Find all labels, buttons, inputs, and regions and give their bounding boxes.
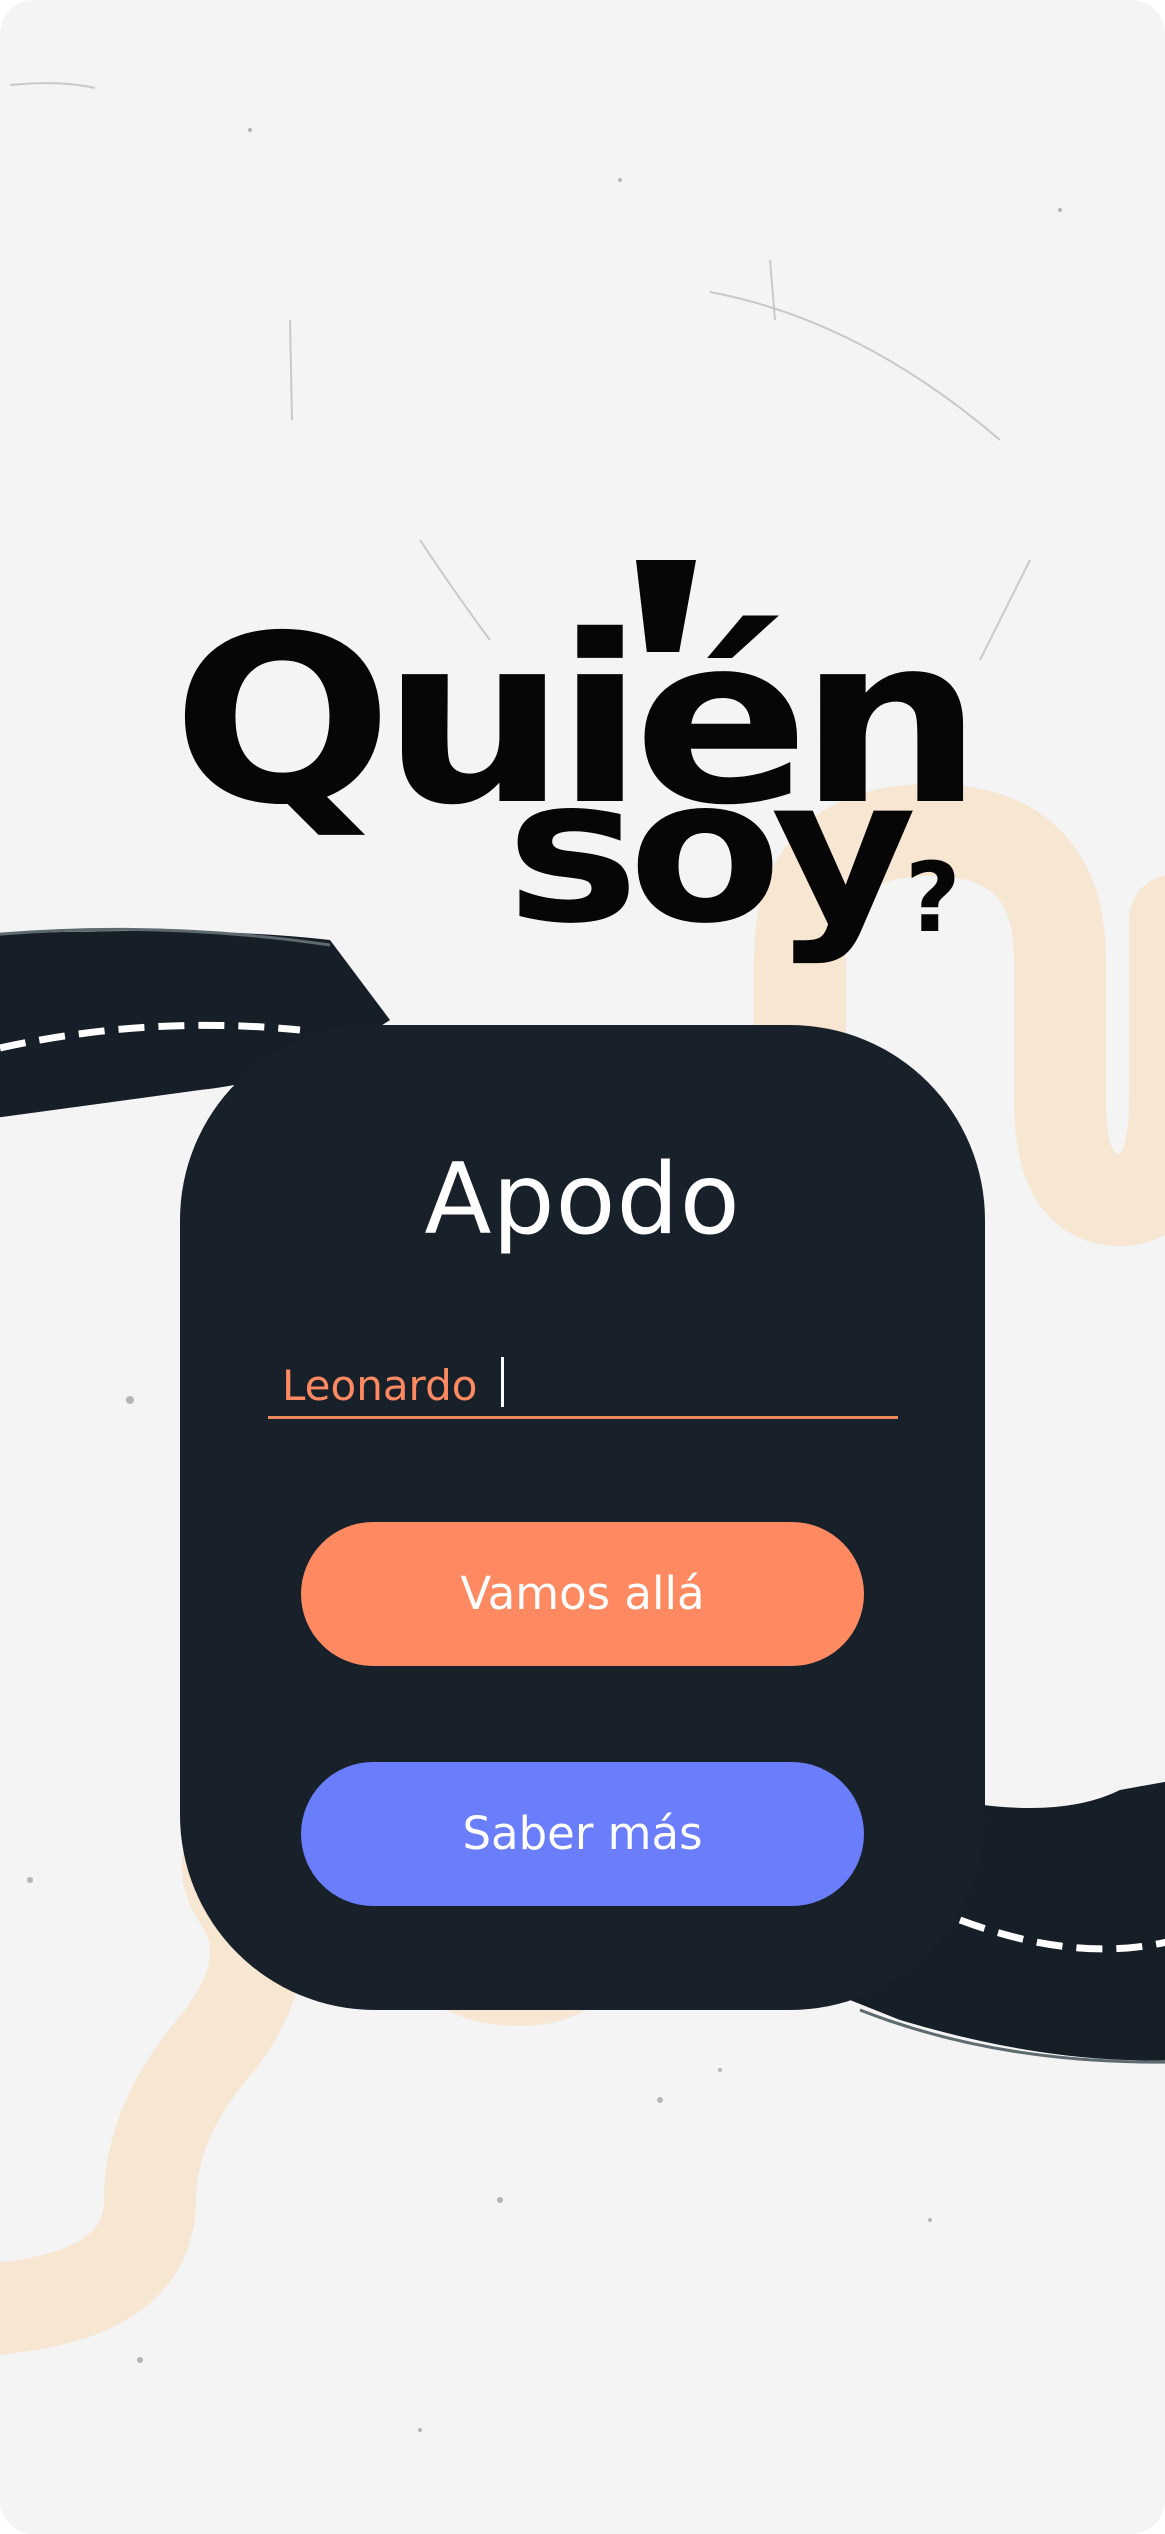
title-word-soy: soy [506,735,917,968]
text-caret [501,1357,504,1407]
app-screen: Quién soy ? Apodo Vamos allá Saber más [0,0,1165,2534]
nickname-card: Apodo Vamos allá Saber más [180,1025,985,2010]
nickname-input[interactable] [268,1355,898,1419]
learn-more-button[interactable]: Saber más [301,1762,864,1906]
card-heading: Apodo [424,1143,741,1257]
title-question-mark: ? [905,842,961,954]
lets-go-button[interactable]: Vamos allá [301,1522,864,1666]
